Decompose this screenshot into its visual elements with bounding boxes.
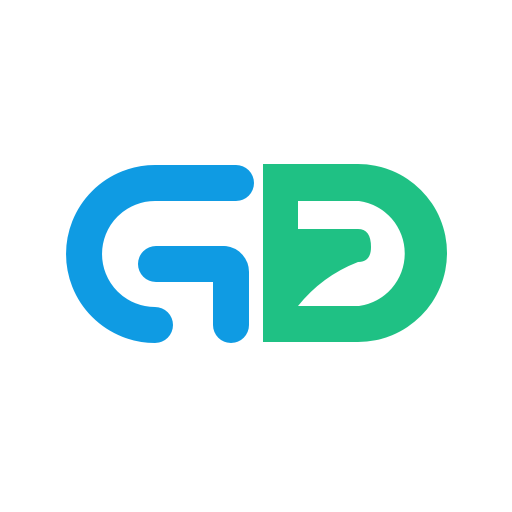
gd-logo-icon (66, 164, 447, 343)
logo-letter-g (66, 165, 254, 343)
logo-letter-d (263, 164, 447, 342)
logo-letter-d-body (263, 164, 447, 342)
logo-canvas (0, 0, 512, 512)
